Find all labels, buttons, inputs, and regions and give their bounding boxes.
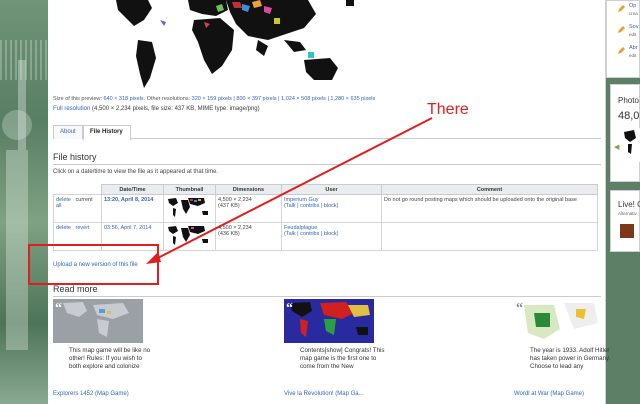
carousel-left-arrow-icon[interactable]: ◀ (614, 143, 619, 151)
datetime-link[interactable]: 13:20, April 8, 2014 (104, 197, 153, 203)
delete-all-link[interactable]: all (56, 203, 62, 209)
thumbnail-image[interactable] (166, 197, 212, 219)
row-comment (381, 222, 598, 251)
revert-link[interactable]: revert (76, 225, 90, 231)
card-map-image[interactable] (284, 299, 374, 343)
pencil-icon (618, 5, 625, 12)
activity-sub: crea (629, 11, 638, 16)
user-tool-links[interactable]: (Talk | contribs | block) (284, 203, 339, 209)
status-current: current (75, 197, 93, 203)
size-value: (437 KB) (218, 203, 240, 209)
activity-sub: edit (629, 32, 637, 37)
card-map-image[interactable] (514, 299, 604, 343)
row-thumbnail (163, 222, 216, 251)
card-title-link[interactable]: Vive la Revolution! (Map Ga... (284, 391, 364, 397)
size-value: (436 KB) (218, 231, 240, 237)
full-resolution-meta: (4,500 × 2,234 pixels, file size: 437 KB… (92, 106, 260, 112)
preview-size-label: Size of this preview: (53, 96, 102, 102)
annotation-label: There (427, 101, 469, 118)
activity-item[interactable]: Sov (629, 24, 638, 30)
preview-map-image[interactable] (108, 0, 358, 92)
row-user: Feudalplague (Talk | contribs | block) (281, 222, 382, 251)
tab-file-history[interactable]: File History (83, 125, 131, 140)
header-user: User (281, 184, 382, 195)
thumbnail-image[interactable] (166, 225, 212, 247)
card-map-image[interactable] (53, 299, 143, 343)
row-actions: delete current all (53, 194, 102, 223)
row-datetime: 13:20, April 8, 2014 (101, 194, 164, 223)
row-comment: Do not go round posting maps which shoul… (381, 194, 598, 223)
photos-count: 48,0 (618, 110, 640, 122)
bg-building-decoration (6, 150, 28, 350)
row-dimensions: 4,500 × 2,234 (437 KB) (215, 194, 282, 223)
file-history-instructions: Click on a date/time to view the file as… (53, 169, 219, 175)
header-thumbnail: Thumbnail (163, 184, 216, 195)
photos-label: Photo (618, 96, 639, 105)
resolution-link-1280[interactable]: 1,280 × 635 pixels (330, 96, 375, 102)
file-tabs: About File History (53, 125, 601, 140)
pencil-icon (618, 26, 625, 33)
live-chat-sub: Alternativ (618, 211, 637, 216)
resolution-link-1024[interactable]: 1,024 × 508 pixels (281, 96, 326, 102)
live-chat-label: Live! C (618, 200, 640, 209)
full-resolution-info: Full resolution (4,500 × 2,234 pixels, f… (53, 106, 260, 112)
read-more-title: Read more (53, 284, 98, 294)
row-thumbnail (163, 194, 216, 223)
other-resolutions-label: . Other resolutions: (143, 96, 191, 102)
bg-dome-decoration (2, 110, 32, 140)
card-title-link[interactable]: Explorers 1452 (Map Game) (53, 391, 129, 397)
row-user: Imperium Guy (Talk | contribs | block) (281, 194, 382, 223)
read-more-divider (53, 296, 601, 297)
table-header-spacer (53, 184, 102, 195)
activity-item[interactable]: Abr (629, 45, 638, 51)
background-left-image (0, 0, 48, 404)
table-row: delete current all 13:20, April 8, 2014 (53, 194, 598, 223)
file-history-title: File history (53, 152, 97, 162)
activity-sub: edit (629, 53, 637, 58)
table-header-row: Date/Time Thumbnail Dimensions User Comm… (53, 184, 598, 195)
read-more-card[interactable]: “ Contents[show] Congrats! This map game… (284, 299, 444, 404)
header-dimensions: Dimensions (215, 184, 282, 195)
tab-about[interactable]: About (53, 125, 83, 139)
resolution-link-320[interactable]: 320 × 159 pixels (192, 96, 232, 102)
preview-size-link[interactable]: 640 × 318 pixels (103, 96, 143, 102)
section-divider (53, 164, 601, 165)
main-content: Size of this preview: 640 × 318 pixels. … (48, 0, 610, 404)
full-resolution-link[interactable]: Full resolution (53, 106, 90, 112)
header-datetime: Date/Time (101, 184, 164, 195)
header-comment: Comment (381, 184, 598, 195)
right-sidebar: Op crea Sov edit Abr edit Photo 48,0 ◀ L… (606, 0, 640, 404)
card-description: This map game will be like no other! Rul… (69, 347, 151, 370)
card-description: Contents[show] Congrats! This map game i… (300, 347, 385, 370)
avatar[interactable] (620, 224, 634, 238)
photo-thumbnail[interactable] (622, 128, 640, 162)
resolution-link-800[interactable]: 800 × 397 pixels (236, 96, 276, 102)
user-tool-links[interactable]: (Talk | contribs | block) (284, 231, 339, 237)
annotation-highlight-box (28, 244, 159, 285)
card-title-link[interactable]: Wordl at War (Map Game) (514, 391, 584, 397)
file-history-table: Date/Time Thumbnail Dimensions User Comm… (53, 184, 598, 251)
delete-link[interactable]: delete (56, 225, 71, 231)
preview-resolution-info: Size of this preview: 640 × 318 pixels. … (53, 96, 376, 102)
quote-icon: “ (55, 301, 62, 316)
datetime-link[interactable]: 03:56, April 7, 2014 (104, 225, 151, 231)
pencil-icon (618, 47, 625, 54)
read-more-card[interactable]: “ This map game will be like no other! R… (53, 299, 213, 404)
card-description: The year is 1933. Adolf Hitler has taken… (530, 347, 611, 370)
quote-icon: “ (516, 301, 523, 316)
activity-item[interactable]: Op (629, 3, 636, 9)
row-dimensions: 4,500 × 2,234 (436 KB) (215, 222, 282, 251)
quote-icon: “ (286, 301, 293, 316)
